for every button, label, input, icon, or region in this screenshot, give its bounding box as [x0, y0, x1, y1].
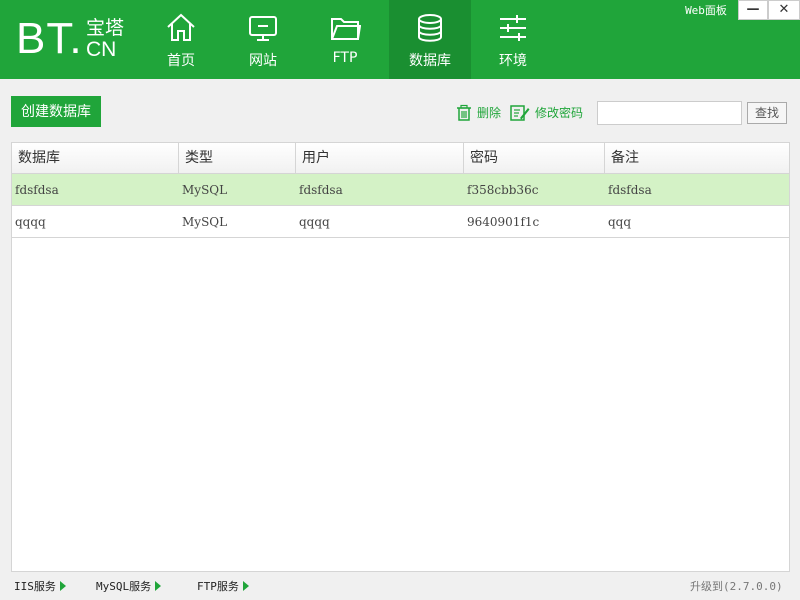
nav-database-label: 数据库 — [409, 53, 451, 69]
cell-user: qqqq — [299, 215, 330, 229]
ftp-service-label: FTP服务 — [197, 580, 239, 593]
monitor-icon — [249, 16, 277, 41]
play-icon — [242, 581, 249, 591]
cell-note: qqq — [608, 215, 632, 229]
ftp-service-toggle[interactable]: FTP服务 — [197, 578, 249, 594]
nav-ftp-label: FTP — [332, 50, 358, 66]
close-button[interactable]: ✕ — [768, 0, 800, 20]
search-input[interactable] — [597, 101, 742, 125]
cell-database: fdsfdsa — [15, 183, 59, 197]
column-header-user[interactable]: 用户 — [296, 143, 464, 174]
edit-password-button[interactable]: 修改密码 — [510, 102, 590, 124]
table-header: 数据库 类型 用户 密码 备注 — [12, 143, 789, 174]
sliders-icon — [500, 15, 526, 41]
nav-ftp[interactable]: FTP — [304, 0, 386, 79]
cell-password: f358cbb36c — [467, 183, 539, 197]
database-icon — [418, 14, 442, 42]
edit-icon — [510, 105, 530, 121]
logo-bt-text: BT. — [16, 14, 83, 63]
upgrade-link[interactable]: 升级到(2.7.0.0) — [690, 578, 783, 594]
nav-website[interactable]: 网站 — [222, 0, 304, 79]
play-icon — [59, 581, 66, 591]
delete-button[interactable]: 删除 — [455, 102, 503, 124]
cell-note: fdsfdsa — [608, 183, 652, 197]
cell-password: 9640901f1c — [467, 215, 540, 229]
logo-cn-bottom: CN — [86, 38, 117, 61]
cell-type: MySQL — [182, 183, 228, 197]
mysql-service-label: MySQL服务 — [96, 580, 152, 593]
folder-icon — [331, 18, 361, 40]
nav-home[interactable]: 首页 — [140, 0, 222, 79]
table-row[interactable]: qqqq MySQL qqqq 9640901f1c qqq — [12, 206, 789, 238]
search-button[interactable]: 查找 — [747, 102, 787, 124]
mysql-service-toggle[interactable]: MySQL服务 — [96, 578, 162, 594]
nav-database[interactable]: 数据库 — [389, 0, 471, 79]
web-panel-link[interactable]: Web面板 — [675, 2, 737, 20]
cell-database: qqqq — [15, 215, 46, 229]
iis-service-toggle[interactable]: IIS服务 — [14, 578, 66, 594]
minimize-button[interactable]: — — [738, 0, 768, 20]
trash-icon — [457, 104, 471, 121]
nav-environment-label: 环境 — [499, 53, 527, 69]
column-header-password[interactable]: 密码 — [464, 143, 605, 174]
play-icon — [155, 581, 162, 591]
column-header-database[interactable]: 数据库 — [12, 143, 179, 174]
nav-website-label: 网站 — [249, 53, 277, 69]
create-database-button[interactable]: 创建数据库 — [11, 96, 101, 127]
delete-label: 删除 — [477, 106, 502, 120]
cell-user: fdsfdsa — [299, 183, 343, 197]
column-header-note[interactable]: 备注 — [605, 143, 789, 174]
status-bar: IIS服务 MySQL服务 FTP服务 升级到(2.7.0.0) — [0, 572, 800, 600]
edit-password-label: 修改密码 — [535, 106, 584, 120]
home-icon — [167, 13, 195, 41]
column-header-type[interactable]: 类型 — [179, 143, 296, 174]
database-table: 数据库 类型 用户 密码 备注 fdsfdsa MySQL fdsfdsa f3… — [11, 142, 790, 572]
cell-type: MySQL — [182, 215, 228, 229]
nav-home-label: 首页 — [167, 53, 195, 69]
logo-cn-top: 宝塔 — [86, 17, 125, 39]
table-row[interactable]: fdsfdsa MySQL fdsfdsa f358cbb36c fdsfdsa — [12, 174, 789, 206]
app-header: BT. 宝塔 CN 首页 网站 FTP 数据库 环境 Web面板 — ✕ — [0, 0, 800, 79]
iis-service-label: IIS服务 — [14, 580, 56, 593]
nav-environment[interactable]: 环境 — [472, 0, 554, 79]
